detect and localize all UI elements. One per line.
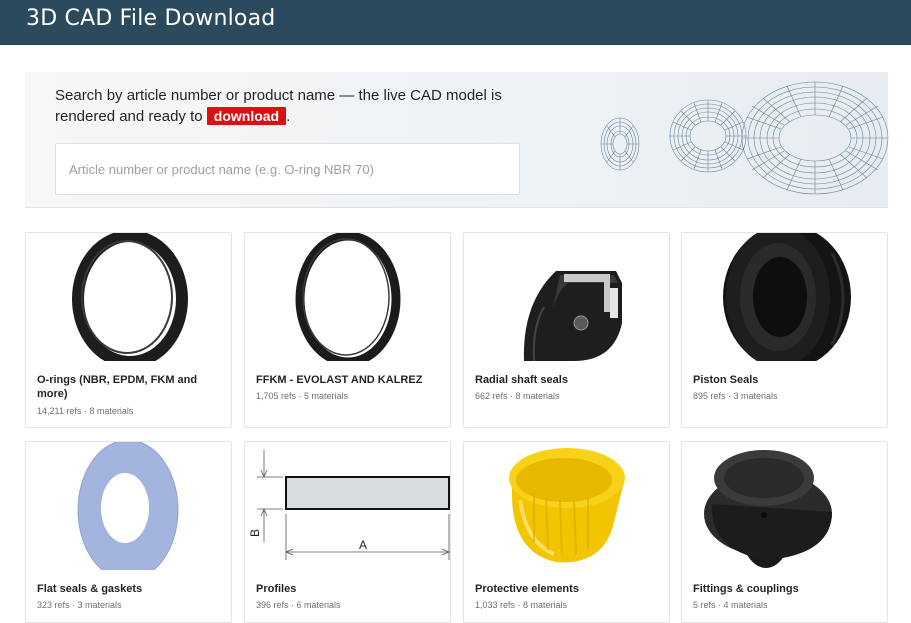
page-title: 3D CAD File Download xyxy=(26,6,276,31)
hero-description: Search by article number or product name… xyxy=(55,85,535,127)
category-meta: 5 refs · 4 materials xyxy=(693,600,768,610)
flat-gasket-image xyxy=(26,442,231,570)
top-bar: 3D CAD File Download xyxy=(0,0,911,45)
category-meta: 895 refs · 3 materials xyxy=(693,391,778,401)
category-title: FFKM - EVOLAST AND KALREZ xyxy=(256,374,423,386)
category-card-piston-seals[interactable]: Piston Seals 895 refs · 3 materials xyxy=(681,232,888,428)
category-title: Flat seals & gaskets xyxy=(37,583,143,595)
category-title: O-rings (NBR, EPDM, FKM and more) xyxy=(37,374,198,400)
category-card-radial-shaft-seals[interactable]: Radial shaft seals 662 refs · 8 material… xyxy=(463,232,670,428)
profile-drawing-image: A B xyxy=(245,442,450,570)
ffkm-ring-image xyxy=(245,233,450,361)
wireframe-rings-illustration xyxy=(600,81,889,195)
category-meta: 1,705 refs · 5 materials xyxy=(256,391,349,401)
category-title: Fittings & couplings xyxy=(693,583,799,595)
category-meta: 662 refs · 8 materials xyxy=(475,391,560,401)
protective-cap-image xyxy=(464,442,669,570)
search-input[interactable] xyxy=(56,144,519,194)
o-ring-image xyxy=(26,233,231,361)
category-meta: 14,211 refs · 8 materials xyxy=(37,406,134,416)
category-card-flat-seals[interactable]: Flat seals & gaskets 323 refs · 3 materi… xyxy=(25,441,232,623)
dimension-label-b: B xyxy=(248,529,262,537)
piston-seal-image xyxy=(682,233,887,361)
search-hero: Search by article number or product name… xyxy=(25,72,889,208)
category-card-protective-elements[interactable]: Protective elements 1,033 refs · 8 mater… xyxy=(463,441,670,623)
search-box xyxy=(55,143,520,195)
coupling-image xyxy=(682,442,887,570)
category-meta: 323 refs · 3 materials xyxy=(37,600,122,610)
category-card-fittings-couplings[interactable]: Fittings & couplings 5 refs · 4 material… xyxy=(681,441,888,623)
category-meta: 1,033 refs · 8 materials xyxy=(475,600,568,610)
dimension-label-a: A xyxy=(359,538,367,552)
radial-shaft-seal-image xyxy=(464,233,669,361)
category-title: Piston Seals xyxy=(693,374,759,386)
category-meta: 396 refs · 6 materials xyxy=(256,600,341,610)
category-title: Protective elements xyxy=(475,583,579,595)
category-card-o-rings[interactable]: O-rings (NBR, EPDM, FKM and more) 14,211… xyxy=(25,232,232,428)
category-card-ffkm[interactable]: FFKM - EVOLAST AND KALREZ 1,705 refs · 5… xyxy=(244,232,451,428)
download-badge: download xyxy=(206,107,287,125)
category-card-profiles[interactable]: A B Profiles 396 refs · 6 materials xyxy=(244,441,451,623)
hero-suffix: . xyxy=(286,108,291,125)
category-title: Profiles xyxy=(256,583,297,595)
category-title: Radial shaft seals xyxy=(475,374,568,386)
